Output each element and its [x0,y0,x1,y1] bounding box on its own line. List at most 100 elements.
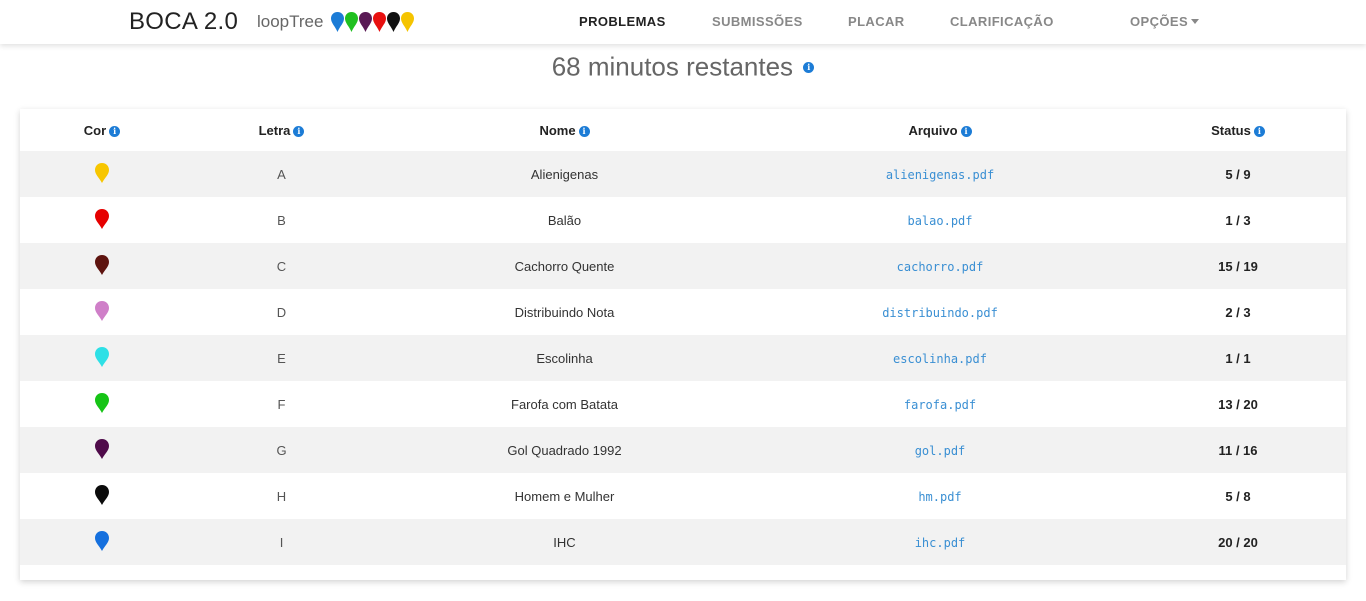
balloon-icon [387,12,400,32]
table-row: I IHC ihc.pdf 20 / 20 [20,519,1346,565]
nav-scoreboard[interactable]: PLACAR [848,14,905,29]
row-file-cell: alienigenas.pdf [750,167,1130,182]
row-file-cell: distribuindo.pdf [750,305,1130,320]
problem-file-link[interactable]: ihc.pdf [915,536,966,550]
row-file-cell: balao.pdf [750,213,1130,228]
row-color-cell [20,438,184,463]
row-status: 13 / 20 [1218,396,1258,412]
header-status: Status i [1130,123,1346,138]
row-letter: A [277,166,286,182]
table-header: Cor i Letra i Nome i Arquivo i Status i [20,109,1346,151]
map-marker-icon [95,484,109,505]
map-marker-icon [95,300,109,321]
row-file-cell: farofa.pdf [750,397,1130,412]
info-icon[interactable]: i [960,125,972,137]
row-letter: E [277,350,286,366]
table-row: E Escolinha escolinha.pdf 1 / 1 [20,335,1346,381]
map-marker-icon [95,530,109,551]
table-row: C Cachorro Quente cachorro.pdf 15 / 19 [20,243,1346,289]
problem-file-link[interactable]: farofa.pdf [904,398,976,412]
time-remaining-text: 68 minutos restantes [551,51,794,82]
map-marker-icon [95,346,109,367]
map-marker-icon [95,438,109,459]
row-name: Homem e Mulher [514,488,615,504]
row-file-cell: gol.pdf [750,443,1130,458]
row-letter: I [279,534,284,550]
info-icon[interactable]: i [803,61,815,73]
header-name-label: Nome [539,122,576,138]
table-row: B Balão balao.pdf 1 / 3 [20,197,1346,243]
table-row: H Homem e Mulher hm.pdf 5 / 8 [20,473,1346,519]
info-icon[interactable]: i [293,125,305,137]
header-file: Arquivo i [750,123,1130,138]
row-letter: H [276,488,287,504]
map-marker-icon [95,208,109,229]
header-letter: Letra i [184,123,379,138]
header-file-label: Arquivo [908,122,958,138]
team-name: loopTree [257,12,324,31]
problem-file-link[interactable]: distribuindo.pdf [882,306,998,320]
table-row: G Gol Quadrado 1992 gol.pdf 11 / 16 [20,427,1346,473]
row-status: 1 / 3 [1225,212,1251,228]
row-status: 2 / 3 [1225,304,1251,320]
row-file-cell: ihc.pdf [750,535,1130,550]
row-name: Escolinha [536,350,593,366]
row-name: Balão [547,212,582,228]
row-name: Gol Quadrado 1992 [507,442,622,458]
row-name: Cachorro Quente [514,258,615,274]
map-marker-icon [95,162,109,183]
row-color-cell [20,162,184,187]
row-file-cell: escolinha.pdf [750,351,1130,366]
row-name: Farofa com Batata [511,396,618,412]
row-name: IHC [553,534,576,550]
header-letter-label: Letra [258,122,291,138]
nav-problems[interactable]: PROBLEMAS [579,14,666,29]
row-status: 11 / 16 [1218,442,1258,458]
row-color-cell [20,346,184,371]
balloon-icon [373,12,386,32]
info-icon[interactable]: i [578,125,590,137]
info-icon[interactable]: i [1253,125,1265,137]
row-color-cell [20,392,184,417]
balloon-icon [401,12,414,32]
header-color-label: Cor [83,122,107,138]
header-color: Cor i [20,123,184,138]
header-name: Nome i [379,123,750,138]
balloon-icon [359,12,372,32]
row-color-cell [20,208,184,233]
table-row: F Farofa com Batata farofa.pdf 13 / 20 [20,381,1346,427]
row-file-cell: cachorro.pdf [750,259,1130,274]
balloon-icon [345,12,358,32]
row-status: 5 / 9 [1225,166,1251,182]
nav-clarification[interactable]: CLARIFICAÇÃO [950,14,1054,29]
caret-down-icon [1191,19,1200,24]
nav-options-dropdown[interactable]: OPÇÕES [1130,14,1200,29]
map-marker-icon [95,392,109,413]
row-letter: D [276,304,287,320]
row-color-cell [20,484,184,509]
info-icon[interactable]: i [109,125,121,137]
row-status: 20 / 20 [1218,534,1258,550]
solved-balloons [330,11,414,35]
row-name: Alienigenas [530,166,599,182]
problem-file-link[interactable]: hm.pdf [918,490,961,504]
balloon-icon [331,12,344,32]
table-row: A Alienigenas alienigenas.pdf 5 / 9 [20,151,1346,197]
map-marker-icon [95,254,109,275]
nav-submissions[interactable]: SUBMISSÕES [712,14,803,29]
brand-title[interactable]: BOCA 2.0 [129,8,238,36]
row-letter: F [277,396,286,412]
problem-file-link[interactable]: cachorro.pdf [897,260,984,274]
problem-file-link[interactable]: alienigenas.pdf [886,168,994,182]
row-letter: G [276,442,287,458]
problem-file-link[interactable]: escolinha.pdf [893,352,987,366]
problem-file-link[interactable]: gol.pdf [915,444,966,458]
row-color-cell [20,300,184,325]
navbar: BOCA 2.0 loopTree PROBLEMAS SUBMISSÕES P… [0,0,1366,44]
problem-file-link[interactable]: balao.pdf [907,214,972,228]
row-file-cell: hm.pdf [750,489,1130,504]
row-status: 1 / 1 [1225,350,1251,366]
row-status: 5 / 8 [1225,488,1251,504]
row-status: 15 / 19 [1218,258,1258,274]
row-letter: C [276,258,287,274]
